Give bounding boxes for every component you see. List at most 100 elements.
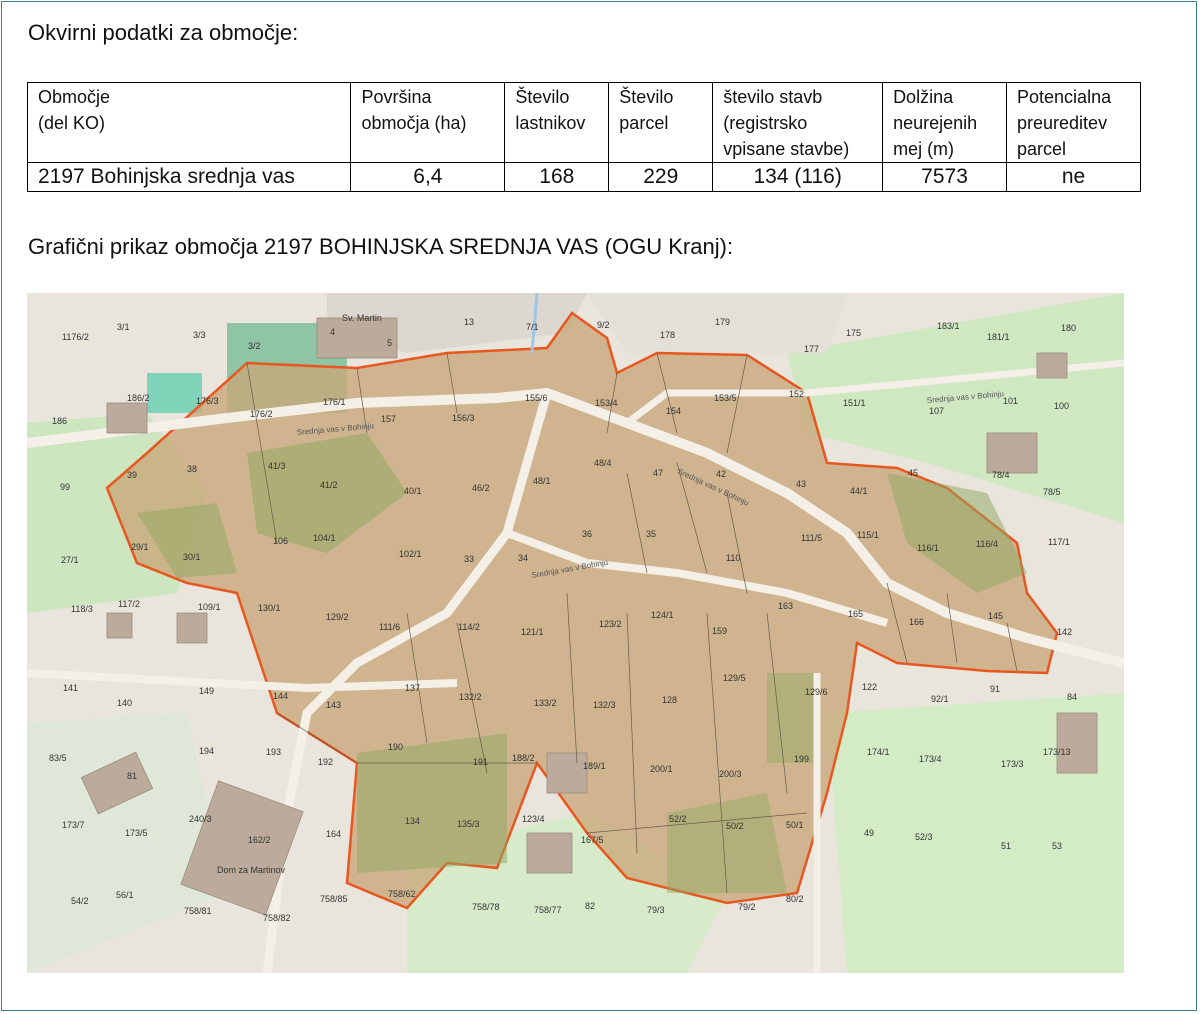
parcel-number-label: 194 <box>199 746 214 756</box>
parcel-number-label: 134 <box>405 816 420 826</box>
cell-obmocje: 2197 Bohinjska srednja vas <box>26 162 352 192</box>
parcel-number-label: 191 <box>473 757 488 767</box>
parcel-number-label: 153/5 <box>714 393 737 403</box>
parcel-number-label: 758/85 <box>320 894 348 904</box>
parcel-number-label: 758/81 <box>184 906 212 916</box>
parcel-number-label: 159 <box>712 626 727 636</box>
parcel-number-label: 82 <box>585 901 595 911</box>
parcel-number-label: 129/2 <box>326 612 349 622</box>
parcel-number-label: 80/2 <box>786 894 804 904</box>
parcel-number-label: 46/2 <box>472 483 490 493</box>
parcel-number-label: 156/3 <box>452 413 475 423</box>
parcel-number-label: 43 <box>796 479 806 489</box>
parcel-number-label: 192 <box>318 757 333 767</box>
parcel-number-label: 83/5 <box>49 753 67 763</box>
parcel-number-label: 162/2 <box>248 835 271 845</box>
parcel-number-label: 7/1 <box>526 322 539 332</box>
cell-povrsina: 6,4 <box>350 162 506 192</box>
parcel-number-label: 38 <box>187 464 197 474</box>
parcel-number-label: 9/2 <box>597 320 610 330</box>
parcel-number-label: 121/1 <box>521 627 544 637</box>
parcel-number-label: 5 <box>387 338 392 348</box>
parcel-number-label: 122 <box>862 682 877 692</box>
parcel-number-label: 4 <box>330 327 335 337</box>
parcel-number-label: 200/3 <box>719 769 742 779</box>
parcel-number-label: 176/2 <box>250 409 273 419</box>
parcel-number-label: 35 <box>646 529 656 539</box>
parcel-number-label: 167/5 <box>581 835 604 845</box>
parcel-number-label: 92/1 <box>931 694 949 704</box>
parcel-number-label: 758/62 <box>388 889 416 899</box>
parcel-number-label: 188/2 <box>512 753 535 763</box>
parcel-number-label: 140 <box>117 698 132 708</box>
parcel-number-label: 189/1 <box>583 761 606 771</box>
parcel-number-label: 99 <box>60 482 70 492</box>
parcel-number-label: 133/2 <box>534 698 557 708</box>
church-label: Sv. Martin <box>342 313 382 323</box>
header-dolzina-mej: Dolžina neurejenih mej (m) <box>882 82 1008 163</box>
header-obmocje: Območje (del KO) <box>26 82 352 163</box>
parcel-number-label: 173/5 <box>125 828 148 838</box>
parcel-number-label: 758/77 <box>534 905 562 915</box>
cadastral-map[interactable]: Srednja vas v Bohinju Srednja vas v Bohi… <box>27 293 1124 973</box>
parcel-number-label: 165 <box>848 609 863 619</box>
table-header-row: Območje (del KO) Površina območja (ha) Šte… <box>26 82 1141 163</box>
parcel-number-label: 39 <box>127 470 137 480</box>
parcel-number-label: 199 <box>794 754 809 764</box>
parcel-number-label: 29/1 <box>131 542 149 552</box>
cell-dolzina-mej: 7573 <box>882 162 1008 192</box>
parcel-number-label: 41/2 <box>320 480 338 490</box>
parcel-number-label: 27/1 <box>61 555 79 565</box>
parcel-number-label: 40/1 <box>404 486 422 496</box>
parcel-number-label: 3/2 <box>248 341 261 351</box>
parcel-number-label: 157 <box>381 414 396 424</box>
parcel-number-label: 3/3 <box>193 330 206 340</box>
parcel-number-label: 34 <box>518 553 528 563</box>
parcel-number-label: 91 <box>990 684 1000 694</box>
parcel-number-label: 79/2 <box>738 902 756 912</box>
parcel-number-label: 30/1 <box>183 552 201 562</box>
parcel-number-label: 102/1 <box>399 549 422 559</box>
parcel-number-label: 47 <box>653 468 663 478</box>
map-title: Grafični prikaz območja 2197 BOHINJSKA S… <box>28 234 734 259</box>
parcel-number-label: 107 <box>929 406 944 416</box>
parcel-number-label: 173/13 <box>1043 747 1071 757</box>
header-preureditev: Potencialna preureditev parcel <box>1006 82 1141 163</box>
area-summary-table: Območje (del KO) Površina območja (ha) Šte… <box>26 82 1141 192</box>
parcel-number-label: 54/2 <box>71 896 89 906</box>
poi-label: Dom za Martinov <box>217 865 286 875</box>
parcel-number-label: 177 <box>804 344 819 354</box>
parcel-number-label: 104/1 <box>313 533 336 543</box>
parcel-number-label: 48/4 <box>594 458 612 468</box>
parcel-number-label: 176/1 <box>323 397 346 407</box>
parcel-number-label: 81 <box>127 771 137 781</box>
parcel-number-label: 78/5 <box>1043 487 1061 497</box>
header-lastniki: Število lastnikov <box>504 82 610 163</box>
parcel-number-label: 50/1 <box>786 820 804 830</box>
parcel-number-label: 193 <box>266 747 281 757</box>
parcel-number-label: 129/6 <box>805 687 828 697</box>
parcel-number-label: 183/1 <box>937 321 960 331</box>
section-title: Okvirni podatki za območje: <box>28 20 299 45</box>
parcel-number-label: 49 <box>864 828 874 838</box>
parcel-number-label: 42 <box>716 469 726 479</box>
header-povrsina: Površina območja (ha) <box>350 82 506 163</box>
parcel-number-label: 56/1 <box>116 890 134 900</box>
parcel-number-label: 111/6 <box>379 622 400 632</box>
parcel-number-label: 240/3 <box>189 814 212 824</box>
parcel-number-label: 190 <box>388 742 403 752</box>
parcel-number-label: 163 <box>778 601 793 611</box>
parcel-number-label: 180 <box>1061 323 1076 333</box>
parcel-number-label: 3/1 <box>117 322 130 332</box>
parcel-number-label: 186 <box>52 416 67 426</box>
cell-lastniki: 168 <box>504 162 610 192</box>
parcel-number-label: 130/1 <box>258 603 281 613</box>
parcel-number-label: 173/7 <box>62 820 85 830</box>
parcel-number-label: 135/3 <box>457 819 480 829</box>
parcel-number-label: 132/2 <box>459 692 482 702</box>
parcel-number-label: 152 <box>789 389 804 399</box>
cell-preureditev: ne <box>1006 162 1141 192</box>
parcel-number-label: 114/2 <box>458 622 480 632</box>
parcel-number-label: 106 <box>273 536 288 546</box>
parcel-number-label: 758/82 <box>263 913 291 923</box>
